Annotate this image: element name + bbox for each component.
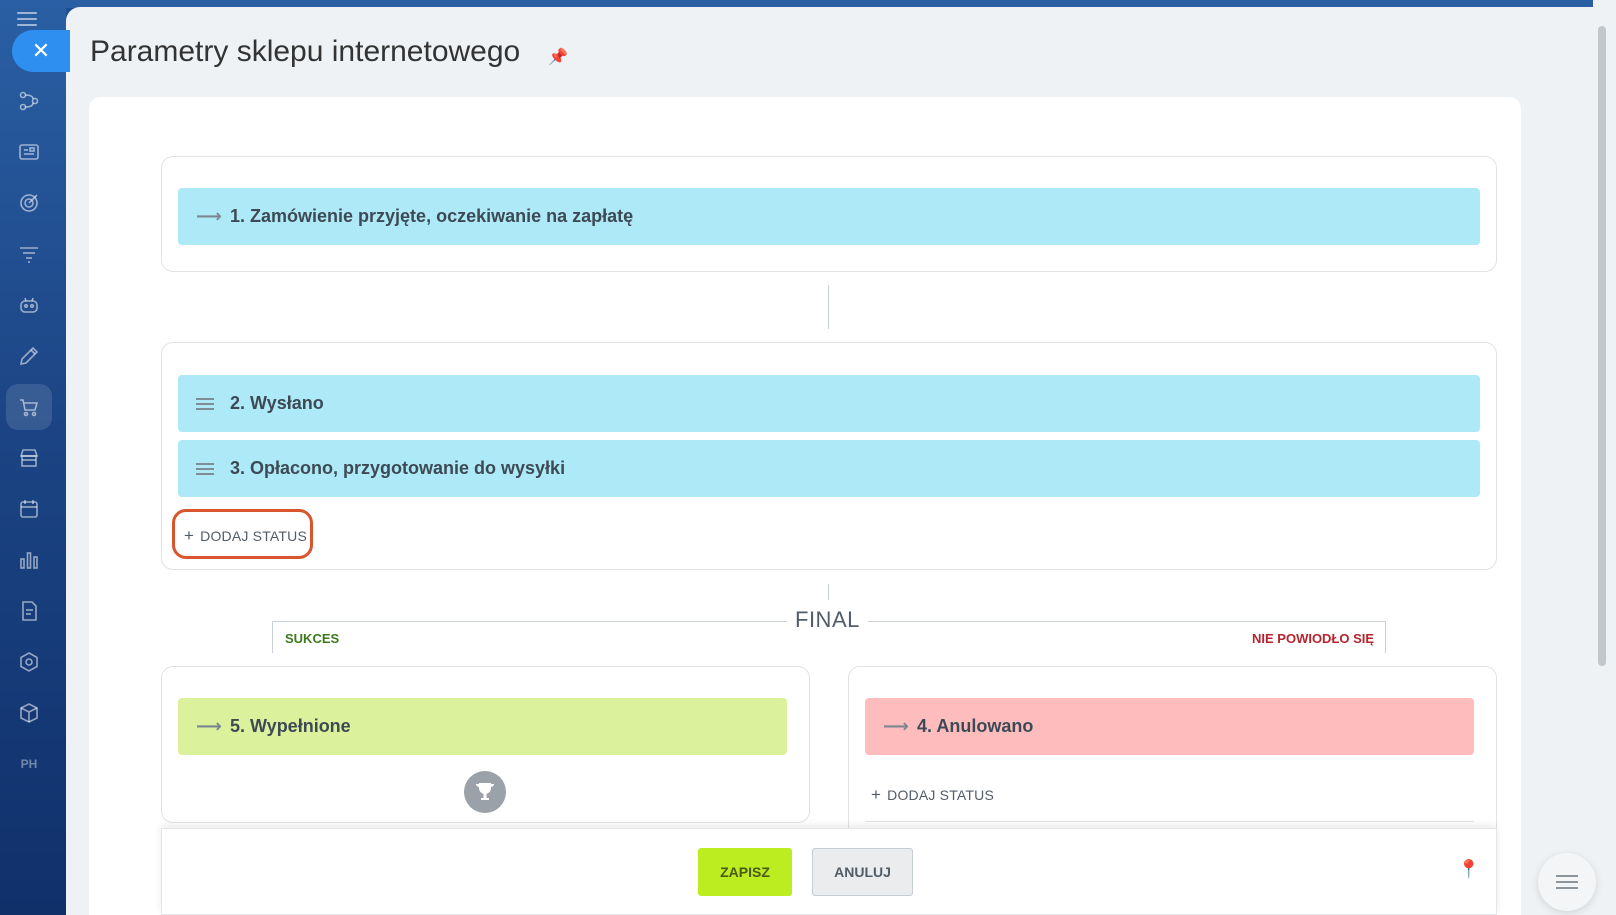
bracket-left (272, 621, 273, 653)
page-title: Parametry sklepu internetowego (90, 35, 521, 68)
success-heading: SUKCES (285, 631, 340, 646)
robot-icon[interactable] (6, 282, 52, 328)
bracket-right (1385, 621, 1386, 653)
document-icon[interactable] (6, 588, 52, 634)
highlight-outline (172, 509, 313, 559)
list-icon (1556, 871, 1578, 893)
failure-heading: NIE POWIODŁO SIĘ (1252, 631, 1375, 646)
menu-button[interactable] (1538, 853, 1596, 911)
save-button[interactable]: ZAPISZ (698, 848, 792, 896)
final-title: FINAL (787, 607, 868, 633)
close-icon: ✕ (31, 38, 51, 63)
chart-icon[interactable] (6, 537, 52, 583)
hamburger-icon[interactable] (17, 12, 37, 26)
status-label: 3. Opłacono, przygotowanie do wysyłki (230, 458, 566, 478)
drag-handle-icon[interactable] (196, 460, 218, 478)
scrollbar-thumb[interactable] (1598, 26, 1606, 666)
store-icon[interactable] (6, 435, 52, 481)
status-label: 5. Wypełnione (230, 716, 351, 736)
divider (865, 821, 1474, 822)
status-label: 1. Zamówienie przyjęte, oczekiwanie na z… (230, 206, 634, 226)
footer-bar: ZAPISZ ANULUJ 📍 (161, 828, 1497, 915)
arrow-right-icon: ⟶ (196, 206, 222, 226)
ph-icon[interactable]: PH (6, 741, 52, 787)
pin-icon[interactable]: 📍 (1458, 859, 1480, 880)
plus-icon: + (871, 785, 882, 804)
target-icon[interactable] (6, 180, 52, 226)
initial-status-group: ⟶ 1. Zamówienie przyjęte, oczekiwanie na… (161, 156, 1497, 272)
calendar-icon[interactable] (6, 486, 52, 532)
hexagon-icon[interactable] (6, 639, 52, 685)
funnel-icon[interactable] (6, 231, 52, 277)
connector-line (828, 584, 829, 600)
contact-card-icon[interactable] (6, 129, 52, 175)
flow-icon[interactable] (6, 78, 52, 124)
arrow-right-icon: ⟶ (196, 716, 222, 736)
status-label: 4. Anulowano (917, 716, 1034, 736)
drag-handle-icon[interactable] (196, 395, 218, 413)
pin-icon[interactable]: 📌 (548, 47, 568, 67)
status-item[interactable]: 3. Opłacono, przygotowanie do wysyłki (178, 440, 1480, 497)
status-item[interactable]: ⟶ 5. Wypełnione (178, 698, 787, 755)
box-icon[interactable] (6, 690, 52, 736)
intermediate-status-group: 2. Wysłano 3. Opłacono, przygotowanie do… (161, 342, 1497, 570)
add-status-label: DODAJ STATUS (887, 787, 995, 803)
pencil-icon[interactable] (6, 333, 52, 379)
status-item[interactable]: 2. Wysłano (178, 375, 1480, 432)
close-slider-button[interactable]: ✕ (12, 30, 70, 72)
status-item[interactable]: ⟶ 1. Zamówienie przyjęte, oczekiwanie na… (178, 188, 1480, 245)
success-status-group: ⟶ 5. Wypełnione (161, 666, 810, 823)
app-sidebar: PH (0, 0, 66, 915)
trophy-icon (464, 771, 506, 813)
cart-icon[interactable] (6, 384, 52, 430)
cancel-button[interactable]: ANULUJ (812, 848, 913, 896)
status-item[interactable]: ⟶ 4. Anulowano (865, 698, 1474, 755)
arrow-right-icon: ⟶ (883, 716, 909, 736)
connector-line (828, 285, 829, 329)
add-status-button[interactable]: + DODAJ STATUS (871, 785, 994, 805)
status-label: 2. Wysłano (230, 393, 324, 413)
